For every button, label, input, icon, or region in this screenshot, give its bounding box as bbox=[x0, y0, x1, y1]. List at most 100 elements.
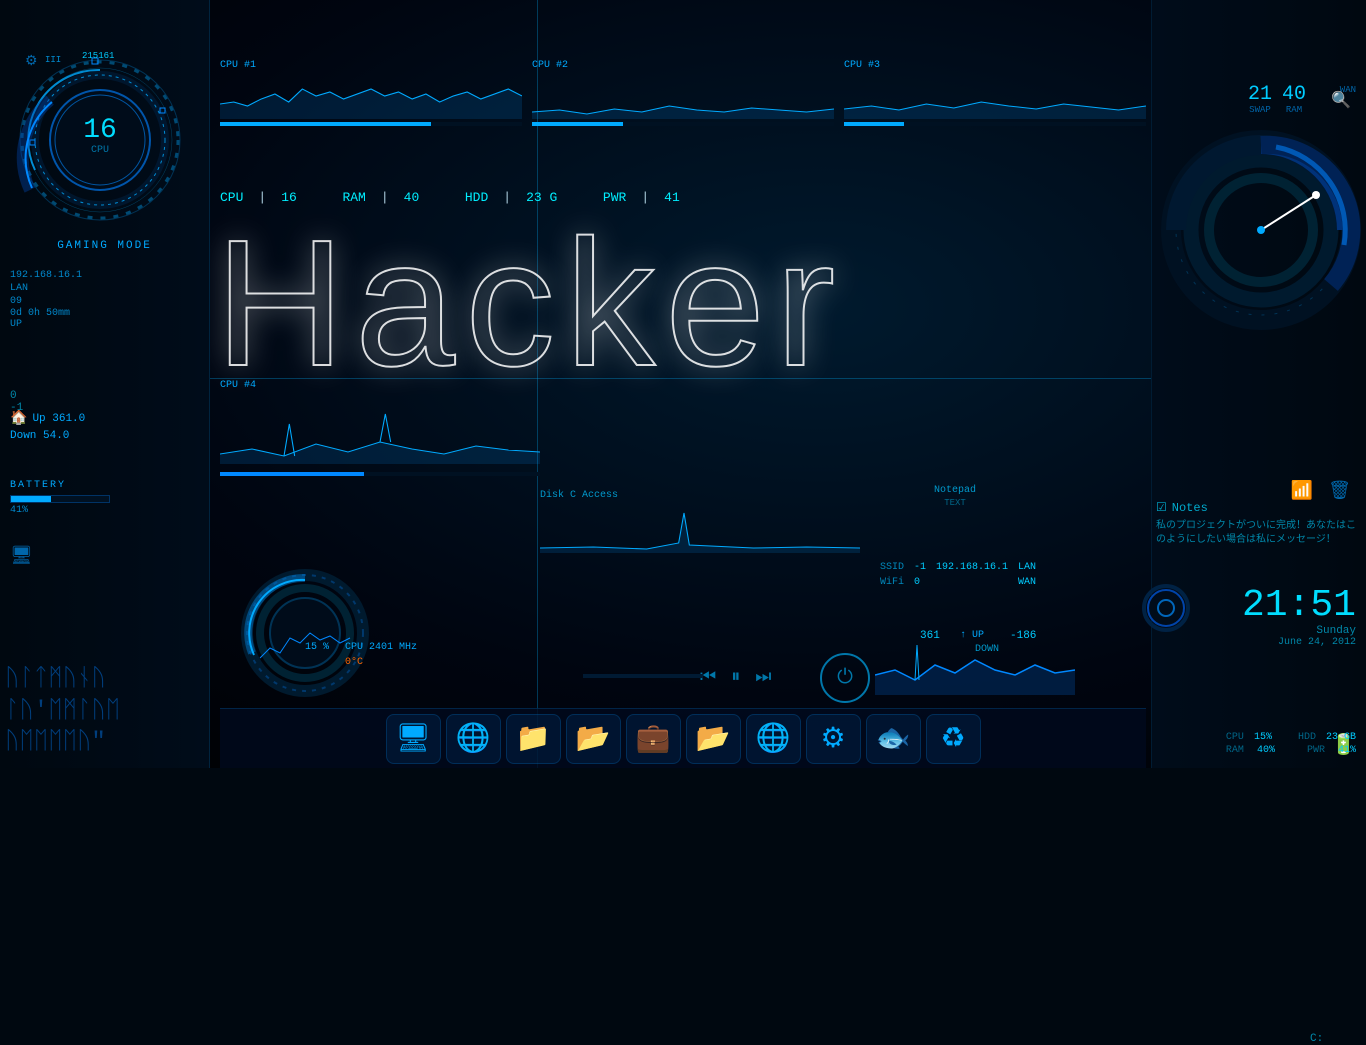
cpu2-bar bbox=[532, 122, 834, 126]
media-controls: ⏮ ⏸ ⏭ bbox=[700, 667, 771, 688]
uptime-value: 0d 0h 50mm bbox=[10, 308, 70, 319]
wifi-wan: WAN bbox=[1013, 575, 1041, 590]
stats-pwr-val: 41 bbox=[664, 190, 680, 205]
stats-bar: CPU | 16 RAM | 40 HDD | 23 G PWR | 41 bbox=[220, 190, 680, 205]
swap-label: SWAP bbox=[1248, 105, 1272, 115]
lan-label: LAN bbox=[10, 283, 82, 294]
cpu3-label: CPU #3 bbox=[844, 60, 1146, 71]
c-label: C: bbox=[1310, 1033, 1323, 1045]
volume-slider[interactable] bbox=[583, 674, 703, 678]
wifi-ip: 192.168.16.1 bbox=[931, 560, 1013, 575]
cpu3-graph-block: CPU #3 bbox=[844, 60, 1146, 126]
wifi-lan: LAN bbox=[1013, 560, 1041, 575]
taskbar-item-globe[interactable]: 🌐 bbox=[746, 714, 801, 764]
power-button[interactable]: ⏻ bbox=[820, 653, 870, 703]
wifi-label: WiFi bbox=[875, 575, 909, 590]
wifi-icon[interactable]: 📶 bbox=[1291, 480, 1313, 502]
net-down-num: -186 bbox=[1010, 630, 1036, 642]
cpu2-bar-fill bbox=[532, 122, 623, 126]
counter-val: 0 bbox=[10, 390, 23, 402]
cpu1-bar bbox=[220, 122, 522, 126]
cpu1-bar-fill bbox=[220, 122, 431, 126]
lan-ip: 192.168.16.1 bbox=[10, 270, 82, 281]
notepad-label: Notepad bbox=[870, 485, 1040, 496]
cpu3-bar-fill bbox=[844, 122, 904, 126]
battery-bar-fill bbox=[11, 496, 51, 502]
bottom-stats-right: CPU 15% HDD 23 GB RAM 40% PWR 41% bbox=[1226, 732, 1356, 758]
lan-sub: 09 bbox=[10, 296, 82, 307]
gaming-mode-label: GAMING MODE bbox=[57, 240, 152, 252]
uptime: 0d 0h 50mm UP bbox=[10, 308, 70, 330]
disk-section: Disk C Access C: bbox=[540, 490, 860, 558]
taskbar-item-browser[interactable]: 🌐 bbox=[446, 714, 501, 764]
monitor-icon: 🖥 bbox=[10, 545, 33, 567]
freq-info: CPU 2401 MHz bbox=[345, 642, 417, 653]
bsr-cpu-label: CPU bbox=[1226, 732, 1244, 743]
play-button[interactable]: ⏸ bbox=[731, 667, 740, 688]
net-up-val: Up 361.0 bbox=[32, 413, 85, 425]
net-down-label: DOWN bbox=[975, 644, 999, 655]
bsr-pwr-val: 41% bbox=[1338, 745, 1356, 756]
wifi-section: SSID -1 192.168.16.1 LAN WiFi 0 WAN bbox=[875, 560, 1041, 590]
lan-info: 192.168.16.1 LAN 09 bbox=[10, 270, 82, 309]
wifi-val: 0 bbox=[909, 575, 931, 590]
bsr-cpu: CPU 15% HDD 23 GB bbox=[1226, 732, 1356, 743]
clock-section: 21:51 Sunday June 24, 2012 bbox=[1242, 587, 1356, 648]
swap-ram: 21 SWAP 40 RAM bbox=[1248, 85, 1306, 115]
search-icon[interactable]: 🔍 bbox=[1331, 90, 1351, 110]
cpu3-bar bbox=[844, 122, 1146, 126]
net-up-arrow: ↑ UP bbox=[960, 630, 984, 641]
net-graphs bbox=[875, 615, 1075, 695]
cpu2-graph-block: CPU #2 bbox=[532, 60, 834, 126]
top-right-icons: 📶 🗑 bbox=[1291, 480, 1351, 502]
notes-header: ☑ Notes bbox=[1156, 500, 1356, 515]
temp-info: 0°C bbox=[345, 657, 363, 668]
next-button[interactable]: ⏭ bbox=[755, 667, 771, 688]
cpu4-bar-fill bbox=[220, 472, 364, 476]
net-down-val: Down 54.0 bbox=[10, 430, 69, 442]
swap-item: 21 SWAP bbox=[1248, 85, 1272, 115]
wifi-table: SSID -1 192.168.16.1 LAN WiFi 0 WAN bbox=[875, 560, 1041, 590]
svg-text:CPU: CPU bbox=[91, 145, 109, 156]
cpu-top-row: CPU #1 CPU #2 bbox=[220, 60, 1146, 126]
stats-hdd-label: HDD bbox=[465, 190, 488, 205]
cpu4-section: CPU #4 bbox=[220, 380, 540, 476]
cpu-pct-info: 15 % bbox=[305, 642, 329, 653]
cpu4-bar bbox=[220, 472, 540, 476]
bsr-hdd-label: HDD bbox=[1298, 732, 1316, 743]
bsr-cpu-val: 15% bbox=[1254, 732, 1272, 743]
right-gauge bbox=[1161, 130, 1361, 330]
bsr-ram-val: 40% bbox=[1257, 745, 1275, 756]
cpu4-label: CPU #4 bbox=[220, 380, 540, 391]
battery-bar bbox=[10, 495, 110, 503]
taskbar-item-settings[interactable]: ⚙ bbox=[806, 714, 861, 764]
taskbar-item-case[interactable]: 💼 bbox=[626, 714, 681, 764]
bsr-ram-label: RAM bbox=[1226, 745, 1244, 756]
cpu1-graph-block: CPU #1 bbox=[220, 60, 522, 126]
stats-ram-label: RAM bbox=[342, 190, 365, 205]
uptime-label: UP bbox=[10, 319, 70, 330]
swap-val: 21 bbox=[1248, 85, 1272, 105]
svg-text:III: III bbox=[45, 55, 61, 65]
trash-icon[interactable]: 🗑 bbox=[1328, 480, 1351, 502]
taskbar-item-folder2[interactable]: 📂 bbox=[566, 714, 621, 764]
alien-text: ᚢᛚᛏᛗᚢᚾᚢ ᛚᚢ'ᛖᛗᛚᚢᛖ ᚢᛖᛖᛖᛖᚢ" bbox=[5, 664, 120, 758]
taskbar-item-fish[interactable]: 🐟 bbox=[866, 714, 921, 764]
battery-label: BATTERY bbox=[10, 480, 200, 491]
notes-section: ☑ Notes 私のプロジェクトがついに完成！あなたはこのようにしたい場合は私に… bbox=[1156, 500, 1356, 548]
taskbar: 🖥 🌐 📁 📂 💼 📂 🌐 ⚙ 🐟 ♻ bbox=[220, 708, 1146, 768]
cpu-gauge: 16 CPU ⚙ III 215161 bbox=[10, 30, 190, 250]
taskbar-item-folder3[interactable]: 📂 bbox=[686, 714, 741, 764]
taskbar-item-recycle[interactable]: ♻ bbox=[926, 714, 981, 764]
battery-pct: 41% bbox=[10, 505, 200, 516]
svg-text:16: 16 bbox=[83, 115, 117, 146]
taskbar-item-folder1[interactable]: 📁 bbox=[506, 714, 561, 764]
cpu3-canvas bbox=[844, 74, 1146, 119]
cpu1-label: CPU #1 bbox=[220, 60, 522, 71]
hacker-title: Hacker bbox=[215, 200, 845, 407]
taskbar-item-monitor[interactable]: 🖥 bbox=[386, 714, 441, 764]
svg-text:⚙: ⚙ bbox=[25, 54, 38, 70]
stats-ram-val: 40 bbox=[404, 190, 420, 205]
clock-date: June 24, 2012 bbox=[1242, 637, 1356, 648]
disk-label: Disk C Access bbox=[540, 490, 860, 501]
